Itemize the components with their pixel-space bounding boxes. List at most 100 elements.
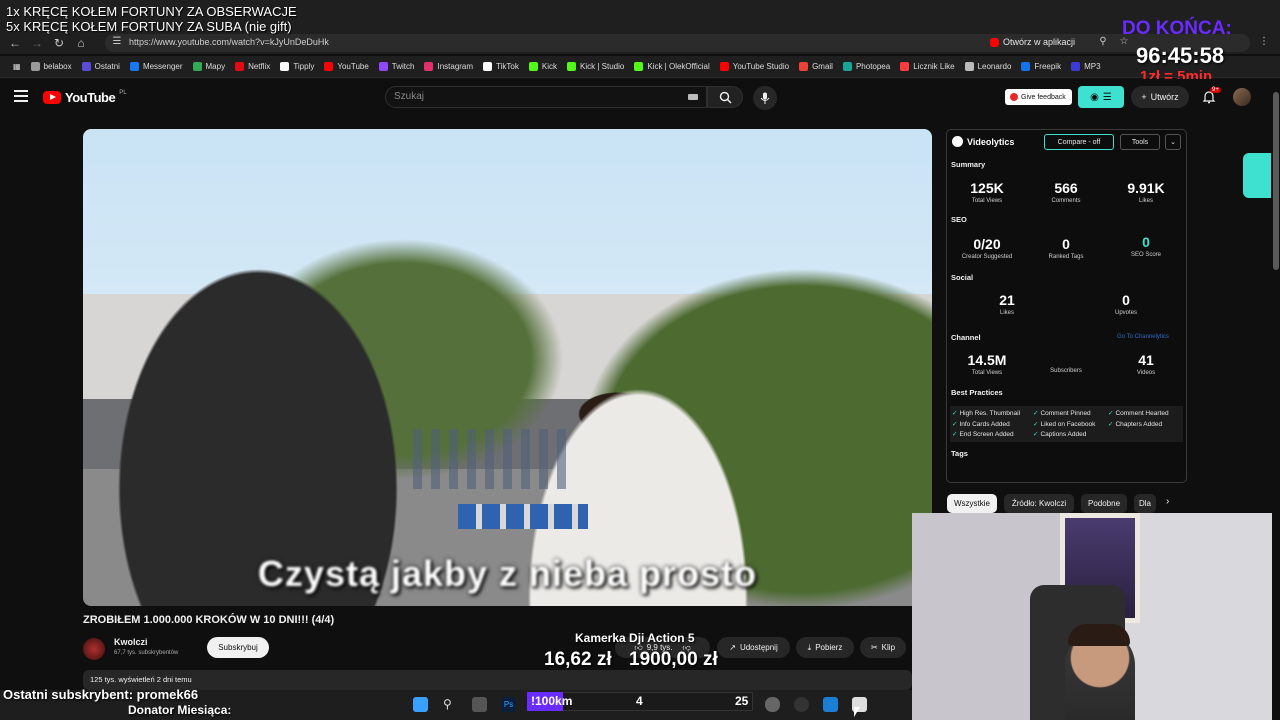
- bookmark-item[interactable]: Leonardo: [960, 62, 1017, 71]
- bookmark-item[interactable]: Instagram: [419, 62, 478, 71]
- chip-source[interactable]: Źródło: Kwolczi: [1004, 494, 1074, 513]
- donation-current: 16,62 zł: [544, 649, 612, 670]
- voice-search-button[interactable]: [753, 86, 777, 110]
- search-input[interactable]: [385, 86, 707, 108]
- tags-section-title: Tags: [951, 449, 968, 458]
- open-in-app-button[interactable]: Otwórz w aplikacji: [990, 35, 1075, 49]
- bookmark-item[interactable]: Mapy: [188, 62, 231, 71]
- apps-icon[interactable]: ▦: [8, 62, 26, 71]
- bookmark-item[interactable]: TikTok: [478, 62, 524, 71]
- search-icon: [719, 91, 731, 103]
- keyboard-icon[interactable]: [688, 94, 698, 100]
- bookmark-favicon-icon: [634, 62, 644, 71]
- webcam-hair-scene: [1068, 624, 1130, 646]
- scrollbar-thumb[interactable]: [1273, 92, 1279, 270]
- youtube-logo[interactable]: YouTube PL: [43, 90, 127, 105]
- stat-channel-views: 14.5M Total Views: [947, 352, 1027, 376]
- bookmark-favicon-icon: [324, 62, 334, 71]
- channel-avatar[interactable]: [83, 638, 105, 660]
- video-player[interactable]: [83, 129, 932, 606]
- compare-toggle-button[interactable]: Compare - off: [1044, 134, 1114, 150]
- download-button[interactable]: ⤓ Pobierz: [796, 637, 854, 658]
- browser-menu-icon[interactable]: ⋮: [1258, 36, 1270, 48]
- stat-value: 0: [1142, 234, 1150, 250]
- bookmark-item[interactable]: Kick: [524, 62, 562, 71]
- clip-button[interactable]: ✂ Klip: [860, 637, 906, 658]
- chevron-down-icon[interactable]: ⌄: [1165, 134, 1181, 150]
- search-icon[interactable]: ⚲: [443, 697, 458, 712]
- share-button[interactable]: ↗ Udostępnij: [717, 637, 790, 658]
- chip-similar[interactable]: Podobne: [1081, 494, 1127, 513]
- bookmark-item[interactable]: YouTube Studio: [715, 62, 794, 71]
- photoshop-icon[interactable]: Ps: [501, 697, 516, 712]
- app-window-icon[interactable]: [823, 697, 838, 712]
- mouse-app-icon[interactable]: [765, 697, 780, 712]
- bookmark-item[interactable]: Gmail: [794, 62, 838, 71]
- videolytics-side-button[interactable]: [1243, 153, 1271, 198]
- description-box[interactable]: [83, 670, 912, 690]
- url-text[interactable]: https://www.youtube.com/watch?v=kJyUnDeD…: [129, 37, 329, 47]
- start-icon[interactable]: [413, 697, 428, 712]
- best-practice-label: Comment Pinned: [1040, 410, 1091, 417]
- account-avatar[interactable]: [1233, 88, 1251, 106]
- chip-for-you[interactable]: Dla: [1134, 494, 1156, 513]
- stat-label: Total Views: [971, 198, 1003, 204]
- task-view-icon[interactable]: [472, 697, 487, 712]
- bookmark-item[interactable]: Kick | OlekOfficial: [629, 62, 714, 71]
- chevron-right-icon[interactable]: ›: [1166, 496, 1180, 510]
- bookmark-item[interactable]: YouTube: [319, 62, 373, 71]
- bookmark-label: Licznik Like: [913, 62, 955, 71]
- bookmark-item[interactable]: Netflix: [230, 62, 275, 71]
- subscribe-button[interactable]: Subskrybuj: [207, 637, 269, 658]
- bookmark-item[interactable]: Ostatni: [77, 62, 125, 71]
- go-to-channelytics-link[interactable]: Go To Channelytics: [1117, 334, 1169, 340]
- stat-label: SEO Score: [1130, 252, 1161, 258]
- zoom-icon[interactable]: ⚲: [1097, 36, 1109, 48]
- bookmark-favicon-icon: [81, 62, 91, 71]
- videolytics-toggle-button[interactable]: ◉ ☰: [1078, 86, 1124, 108]
- bookmark-favicon-icon: [842, 62, 852, 71]
- bookmark-item[interactable]: Kick | Studio: [562, 62, 629, 71]
- search-placeholder: Szukaj: [394, 91, 425, 102]
- channel-name[interactable]: Kwolczi: [114, 637, 148, 647]
- bookmark-label: Kick | Studio: [580, 62, 625, 71]
- chip-all[interactable]: Wszystkie: [947, 494, 997, 513]
- search-button[interactable]: [707, 86, 743, 108]
- check-icon: ✓: [1033, 421, 1039, 428]
- stat-value: 0: [1122, 292, 1130, 308]
- site-info-icon[interactable]: ☰: [111, 36, 123, 48]
- best-practice-item: ✓ Comment Pinned: [1033, 409, 1091, 417]
- back-icon[interactable]: ←: [4, 32, 26, 54]
- open-in-app-label: Otwórz w aplikacji: [1003, 37, 1076, 47]
- bookmark-label: Freepik: [1034, 62, 1062, 71]
- best-practice-label: End Screen Added: [959, 431, 1014, 438]
- plus-icon: +: [1141, 92, 1147, 102]
- bookmark-label: Tipply: [293, 62, 315, 71]
- best-practice-item: ✓ High Res. Thumbnail: [952, 409, 1020, 417]
- best-practices-section-title: Best Practices: [951, 388, 1003, 397]
- stat-label: Likes: [1138, 198, 1153, 204]
- bookmark-item[interactable]: belabox: [26, 62, 77, 71]
- bookmark-item[interactable]: MP3: [1066, 62, 1105, 71]
- check-icon: ✓: [1108, 421, 1114, 428]
- hamburger-menu-icon[interactable]: [14, 90, 28, 102]
- forward-icon[interactable]: →: [26, 32, 48, 54]
- bookmark-item[interactable]: Messenger: [125, 62, 188, 71]
- create-button[interactable]: + Utwórz: [1131, 86, 1189, 108]
- obs-icon[interactable]: [794, 697, 809, 712]
- give-feedback-button[interactable]: Give feedback: [1005, 89, 1072, 105]
- best-practice-label: High Res. Thumbnail: [959, 410, 1021, 417]
- home-icon[interactable]: ⌂: [70, 32, 92, 54]
- reload-icon[interactable]: ↻: [48, 32, 70, 54]
- stat-value: 41: [1138, 352, 1154, 368]
- stat-seo-score: 0 SEO Score: [1106, 234, 1186, 258]
- bookmark-item[interactable]: Licznik Like: [895, 62, 959, 71]
- bookmark-item[interactable]: Twitch: [374, 62, 420, 71]
- bookmark-label: Kick: [541, 62, 557, 71]
- tools-dropdown-button[interactable]: Tools: [1120, 134, 1160, 150]
- best-practice-item: ✓ Comment Hearted: [1108, 409, 1169, 417]
- bookmark-item[interactable]: Freepik: [1016, 62, 1066, 71]
- bookmark-item[interactable]: Photopea: [838, 62, 895, 71]
- bookmark-item[interactable]: Tipply: [275, 62, 319, 71]
- stat-creator-suggested: 0/20 Creator Suggested: [947, 236, 1027, 260]
